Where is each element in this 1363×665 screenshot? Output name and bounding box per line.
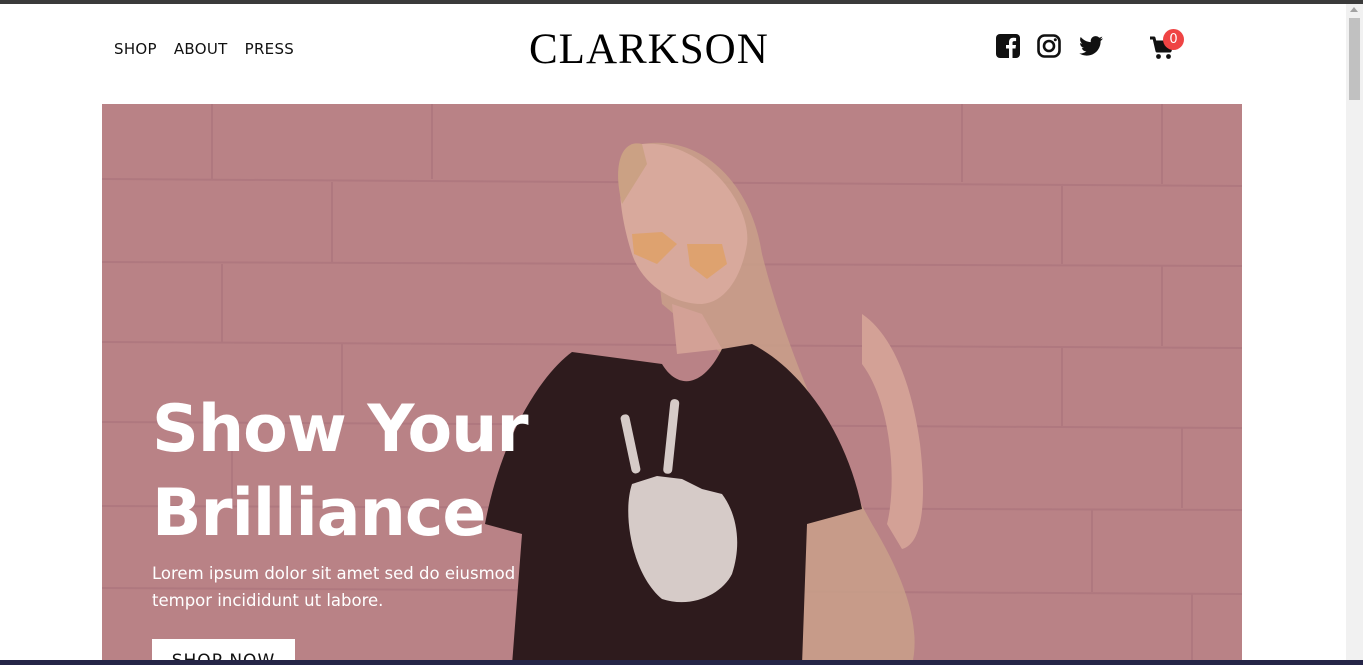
hero-title-line-2: Brilliance [152,476,486,551]
vertical-scrollbar[interactable] [1346,4,1363,660]
cart-count-badge: 0 [1163,29,1184,50]
instagram-icon[interactable] [1036,33,1062,59]
scrollbar-thumb[interactable] [1349,18,1360,100]
hero-subtitle: Lorem ipsum dolor sit amet sed do eiusmo… [152,564,516,610]
brand-logo[interactable]: CLARKSON [529,28,769,71]
nav-shop-link[interactable]: SHOP [114,40,157,58]
main-nav: SHOP ABOUT PRESS [114,40,294,58]
site-header: SHOP ABOUT PRESS CLARKSON 0 [0,4,1346,100]
hero-title: Show Your Brilliance [152,388,529,556]
facebook-square-icon[interactable] [995,33,1021,59]
hero-title-line-1: Show Your [152,392,529,467]
scroll-up-arrow-icon[interactable] [1350,7,1358,12]
twitter-icon[interactable] [1077,33,1105,59]
nav-about-link[interactable]: ABOUT [174,40,228,58]
taskbar-edge [0,660,1363,665]
hero-banner: Show Your Brilliance Lorem ipsum dolor s… [102,104,1242,665]
nav-press-link[interactable]: PRESS [245,40,295,58]
social-links [995,33,1105,59]
